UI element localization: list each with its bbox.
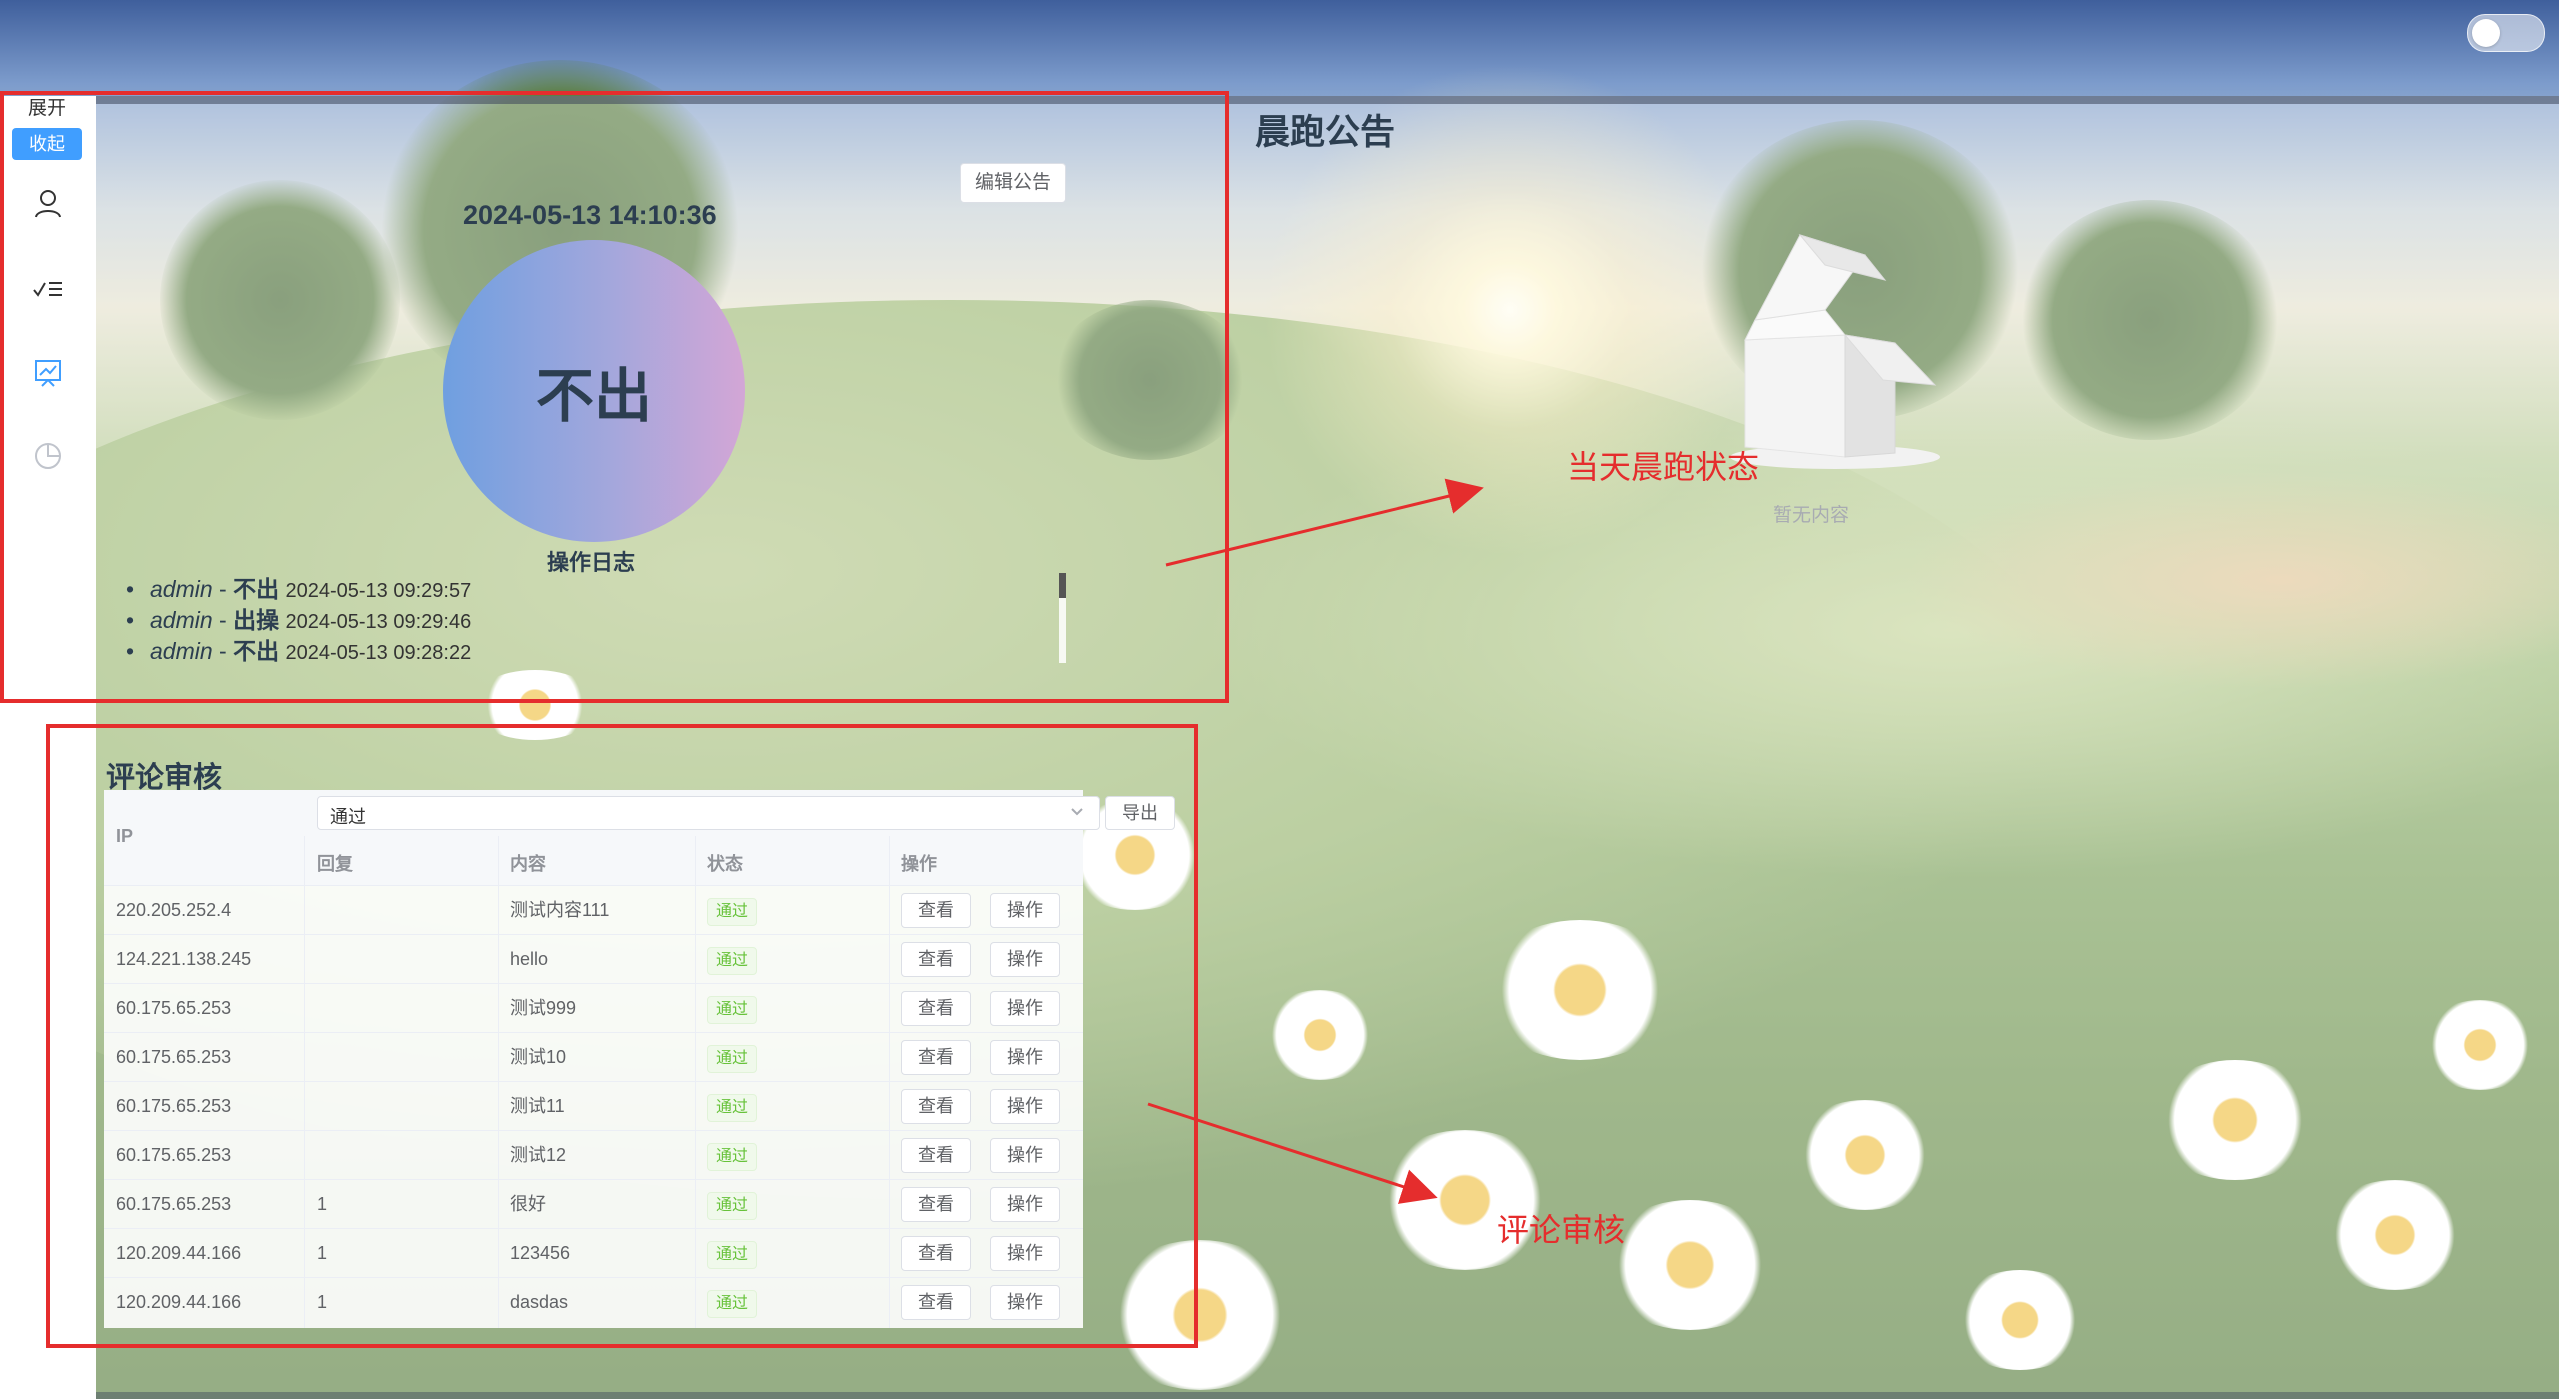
annotation-label-comments: 评论审核	[1497, 1212, 1626, 1248]
annotation-label-status: 当天晨跑状态	[1567, 449, 1760, 485]
bottom-edge	[96, 1392, 2559, 1399]
annotation-box-comments	[46, 724, 1198, 1348]
toggle-knob	[2472, 19, 2500, 47]
theme-toggle[interactable]	[2467, 14, 2545, 52]
announcement-title: 晨跑公告	[1255, 113, 1396, 152]
annotation-box-status	[0, 91, 1229, 703]
empty-box-icon	[1730, 234, 1940, 469]
empty-text: 暂无内容	[1773, 505, 1850, 526]
